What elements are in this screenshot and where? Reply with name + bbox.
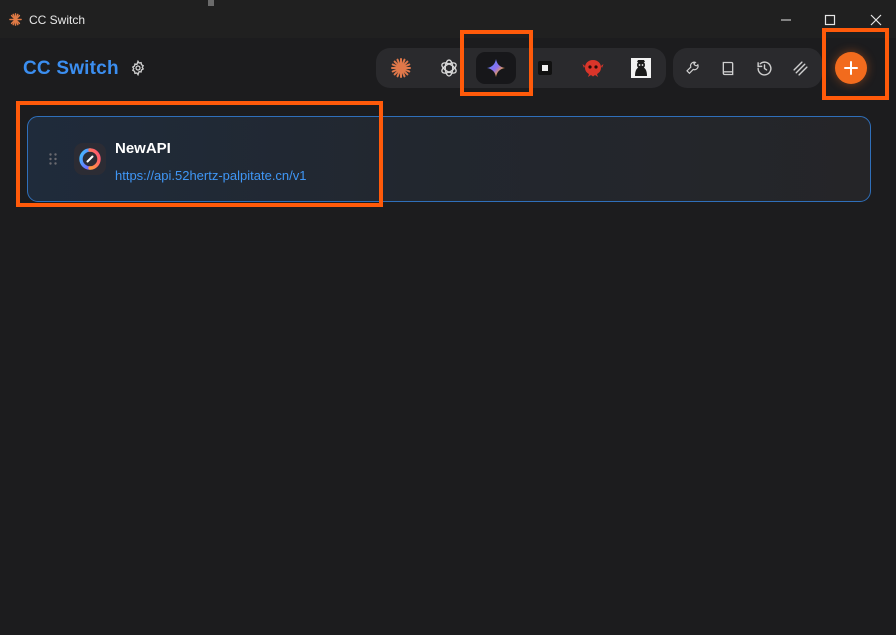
tools-button[interactable] (674, 52, 710, 84)
layers-button[interactable] (782, 52, 818, 84)
tools-toolbar (673, 48, 822, 88)
docs-button[interactable] (710, 52, 746, 84)
layers-icon (792, 60, 808, 76)
app-tab-portrait[interactable] (621, 52, 661, 84)
square-app-icon (538, 61, 552, 75)
book-icon (722, 61, 734, 75)
window-title: CC Switch (29, 13, 86, 27)
app-tab-claude[interactable] (381, 52, 421, 84)
gear-icon (131, 60, 145, 76)
history-button[interactable] (746, 52, 782, 84)
minimize-icon (781, 19, 791, 21)
scroll-indicator (208, 0, 214, 6)
highlight-box-gemini-tab (460, 30, 533, 96)
openai-icon (441, 59, 457, 77)
app-brand-title: CC Switch (23, 58, 119, 79)
red-mascot-icon (582, 60, 604, 77)
settings-button[interactable] (128, 58, 148, 78)
highlight-box-add-button (822, 28, 889, 100)
highlight-box-provider (16, 101, 383, 207)
maximize-icon (824, 14, 836, 26)
portrait-app-icon (631, 58, 651, 78)
claude-icon (391, 58, 411, 78)
title-bar: CC Switch (0, 0, 896, 38)
minimize-button[interactable] (770, 8, 802, 32)
app-logo-icon (9, 13, 22, 26)
close-icon (870, 14, 882, 26)
app-tab-red-mascot[interactable] (573, 52, 613, 84)
history-icon (756, 60, 772, 76)
wrench-icon (685, 60, 699, 74)
